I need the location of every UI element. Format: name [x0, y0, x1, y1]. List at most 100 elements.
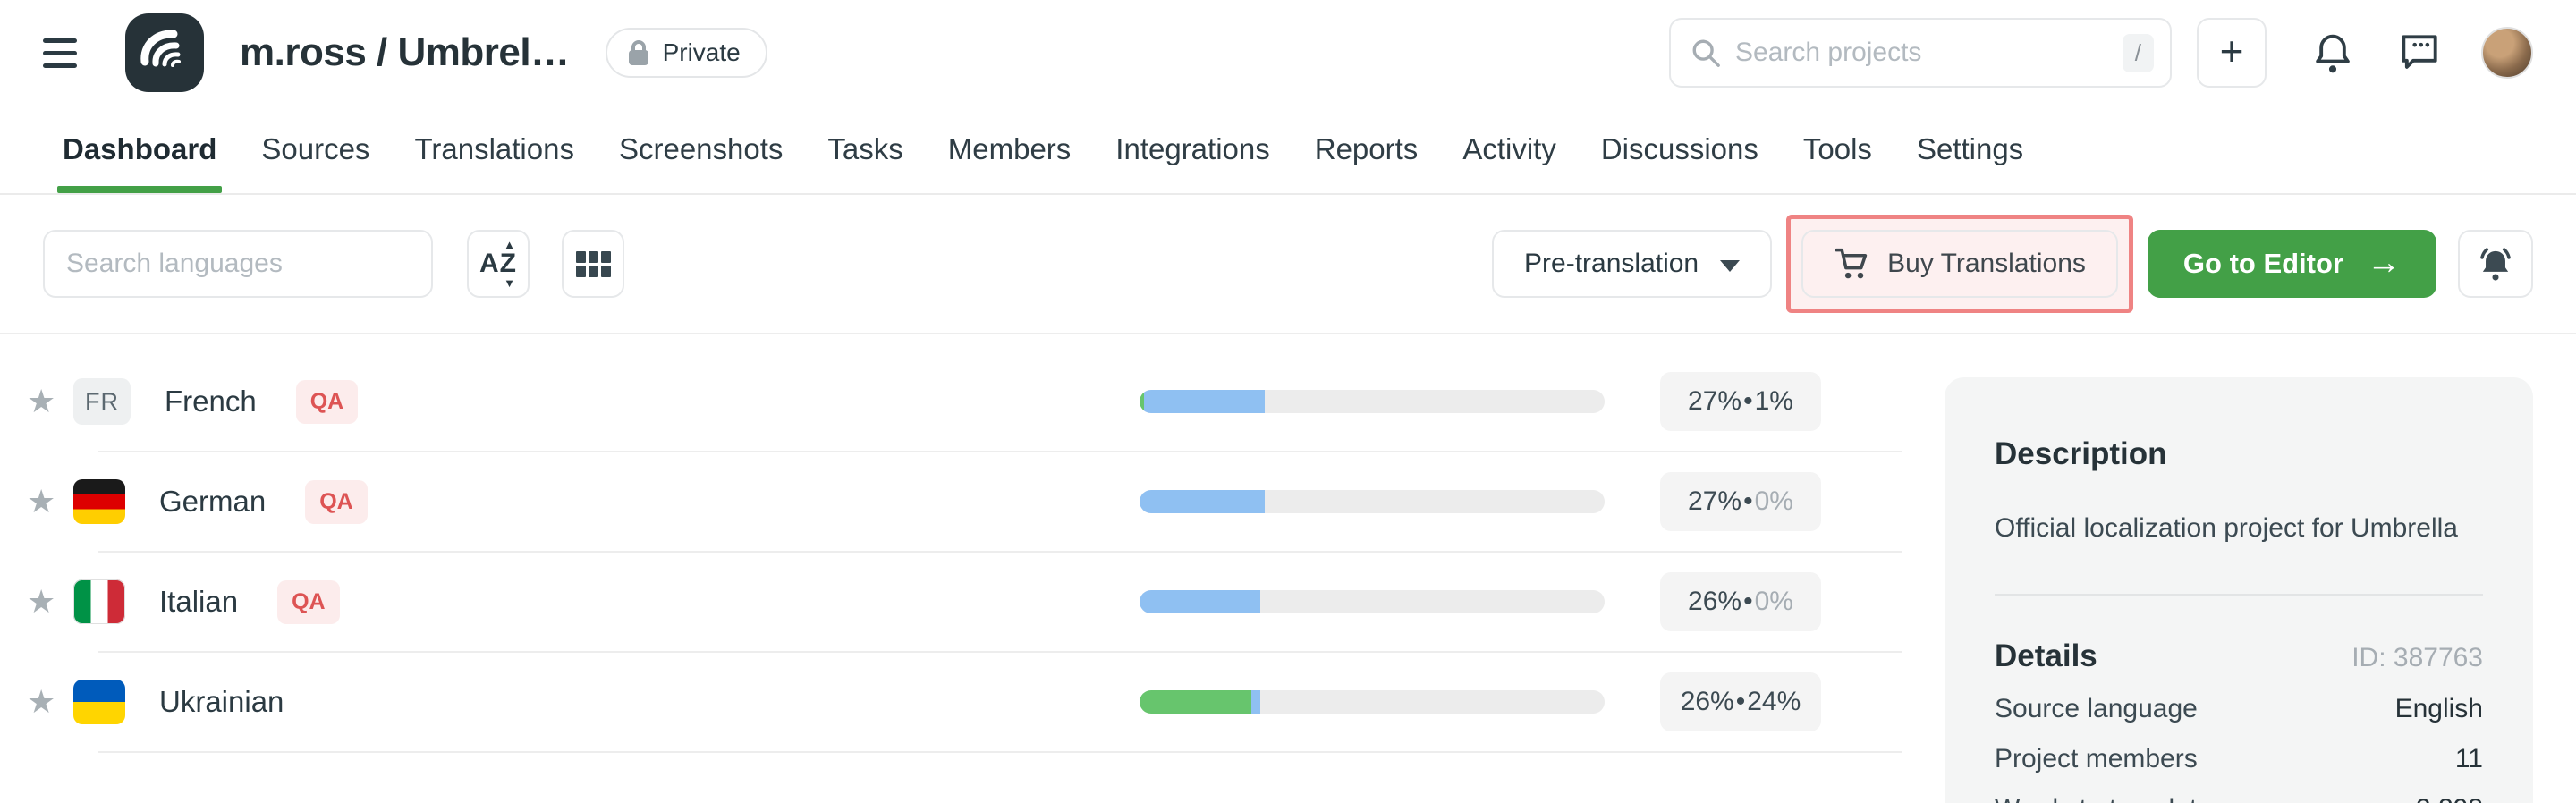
- flag-it: [73, 579, 125, 624]
- row-divider: [98, 751, 1902, 753]
- progress-stats-badge[interactable]: 26%•24%: [1660, 672, 1821, 731]
- tab-activity[interactable]: Activity: [1462, 106, 1556, 193]
- stat-approved: 24%: [1747, 687, 1801, 717]
- language-name[interactable]: Ukrainian: [159, 685, 284, 719]
- tab-screenshots[interactable]: Screenshots: [619, 106, 783, 193]
- grid-icon: [576, 251, 611, 277]
- star-icon[interactable]: ★: [27, 383, 73, 420]
- progress-stats-badge[interactable]: 27%•1%: [1660, 372, 1821, 431]
- grid-view-button[interactable]: [562, 230, 624, 298]
- qa-badge[interactable]: QA: [305, 480, 368, 524]
- star-icon[interactable]: ★: [27, 583, 73, 621]
- pre-translation-label: Pre-translation: [1524, 249, 1699, 279]
- progress-stats-badge[interactable]: 27%•0%: [1660, 472, 1821, 531]
- language-name[interactable]: French: [165, 385, 257, 418]
- hamburger-menu-icon[interactable]: [43, 30, 89, 76]
- project-nav-tabs: Dashboard Sources Translations Screensho…: [0, 106, 2576, 195]
- messages-chat-icon[interactable]: [2399, 33, 2440, 72]
- stat-separator: •: [1743, 587, 1753, 617]
- stat-translated: 27%: [1688, 386, 1741, 417]
- plus-icon: +: [2220, 30, 2244, 72]
- tab-tasks[interactable]: Tasks: [827, 106, 902, 193]
- language-row-french[interactable]: ★ FR French QA 27%•1%: [27, 352, 1902, 451]
- user-avatar[interactable]: [2481, 27, 2533, 79]
- tab-reports[interactable]: Reports: [1315, 106, 1419, 193]
- stat-separator: •: [1743, 486, 1753, 517]
- search-projects-box: /: [1669, 18, 2172, 88]
- announcements-button[interactable]: [2458, 230, 2533, 298]
- progress-translated: [1144, 390, 1265, 413]
- lock-icon: [627, 39, 650, 66]
- search-projects-input[interactable]: [1735, 38, 2123, 68]
- stat-approved: 1%: [1755, 386, 1793, 417]
- tab-tools[interactable]: Tools: [1803, 106, 1872, 193]
- crowdin-logo[interactable]: [125, 13, 204, 92]
- tab-discussions[interactable]: Discussions: [1601, 106, 1758, 193]
- stat-approved: 0%: [1755, 486, 1793, 517]
- detail-row-words-to-translate: Words to translate 2 898: [1995, 794, 2483, 803]
- progress-translated: [1140, 590, 1260, 613]
- project-info-panel: Description Official localization projec…: [1945, 377, 2533, 803]
- star-icon[interactable]: ★: [27, 683, 73, 721]
- search-icon: [1690, 38, 1721, 68]
- tab-sources[interactable]: Sources: [261, 106, 369, 193]
- language-name[interactable]: German: [159, 485, 266, 519]
- go-to-editor-button[interactable]: Go to Editor →: [2148, 230, 2436, 298]
- progress-stats-badge[interactable]: 26%•0%: [1660, 572, 1821, 631]
- search-languages-box: [43, 230, 433, 298]
- detail-value: 2 898: [2416, 794, 2483, 803]
- details-title: Details: [1995, 638, 2097, 674]
- create-project-button[interactable]: +: [2197, 18, 2267, 88]
- top-header: m.ross / Umbrel… Private / +: [0, 0, 2576, 106]
- language-list: ★ FR French QA 27%•1% ★ German QA: [27, 352, 1902, 753]
- language-row-ukrainian[interactable]: ★ Ukrainian 26%•24%: [27, 653, 1902, 751]
- buy-translations-highlight-annotation: Buy Translations: [1786, 215, 2133, 313]
- flag-de: [73, 479, 125, 524]
- arrow-right-icon: →: [2367, 246, 2401, 280]
- pre-translation-dropdown[interactable]: Pre-translation: [1492, 230, 1772, 298]
- tab-members[interactable]: Members: [948, 106, 1072, 193]
- project-id: ID: 387763: [2351, 643, 2483, 673]
- progress-bar: [1140, 690, 1605, 714]
- sort-arrows-icon: ▲▼: [504, 239, 515, 289]
- tab-integrations[interactable]: Integrations: [1115, 106, 1269, 193]
- privacy-badge: Private: [606, 28, 767, 78]
- qa-badge[interactable]: QA: [277, 580, 340, 624]
- flag-fr: FR: [73, 378, 131, 425]
- go-to-editor-label: Go to Editor: [2183, 248, 2343, 280]
- notifications-bell-icon[interactable]: [2313, 31, 2352, 74]
- language-row-german[interactable]: ★ German QA 27%•0%: [27, 452, 1902, 551]
- tab-settings[interactable]: Settings: [1917, 106, 2023, 193]
- detail-row-project-members: Project members 11: [1995, 744, 2483, 774]
- detail-row-source-language: Source language English: [1995, 694, 2483, 724]
- detail-label: Project members: [1995, 744, 2198, 774]
- buy-translations-button[interactable]: Buy Translations: [1801, 230, 2118, 298]
- detail-label: Words to translate: [1995, 794, 2212, 803]
- progress-bar: [1140, 490, 1605, 513]
- progress-translated: [1251, 690, 1260, 714]
- dashboard-toolbar: AZ ▲▼ Pre-translation Buy Translations G…: [0, 195, 2576, 300]
- shopping-cart-icon: [1834, 246, 1869, 282]
- detail-label: Source language: [1995, 694, 2198, 724]
- stat-translated: 26%: [1681, 687, 1734, 717]
- chevron-down-icon: [1720, 260, 1740, 272]
- language-name[interactable]: Italian: [159, 585, 238, 619]
- search-languages-input[interactable]: [66, 249, 410, 279]
- language-row-italian[interactable]: ★ Italian QA 26%•0%: [27, 553, 1902, 651]
- qa-badge[interactable]: QA: [296, 380, 359, 424]
- progress-bar: [1140, 390, 1605, 413]
- search-shortcut-key: /: [2123, 34, 2154, 72]
- tab-translations[interactable]: Translations: [414, 106, 574, 193]
- star-icon[interactable]: ★: [27, 483, 73, 520]
- privacy-badge-label: Private: [663, 38, 741, 67]
- logo-arcs-icon: [138, 26, 191, 80]
- progress-bar: [1140, 590, 1605, 613]
- tab-dashboard[interactable]: Dashboard: [63, 106, 216, 193]
- detail-value: English: [2395, 694, 2483, 724]
- progress-translated: [1140, 490, 1265, 513]
- sort-languages-button[interactable]: AZ ▲▼: [467, 230, 530, 298]
- flag-ua: [73, 680, 125, 724]
- detail-value: 11: [2455, 744, 2483, 774]
- description-text: Official localization project for Umbrel…: [1995, 510, 2483, 547]
- description-title: Description: [1995, 436, 2483, 472]
